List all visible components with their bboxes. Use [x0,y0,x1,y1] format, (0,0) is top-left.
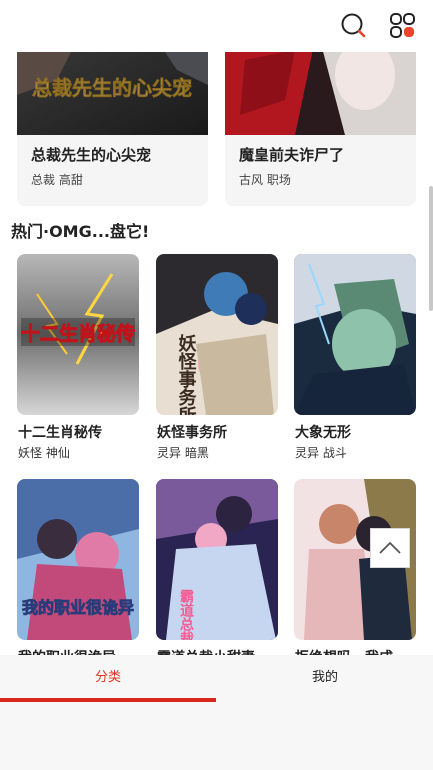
cover-title: 妖怪事务所 [176,333,197,415]
cover-title: 我的职业很诡异 [22,598,134,617]
comic-tags: 古风 职场 [239,173,291,187]
grid-apps-icon[interactable] [389,12,417,40]
comic-title: 十二生肖秘传 [18,425,102,441]
comic-cover: 霸道总裁小甜妻 [156,479,278,640]
cover-title: 霸道总裁小甜妻 [178,589,194,640]
section-title: 热门·OMG...盘它! [11,222,150,241]
comic-cover [225,40,416,135]
comic-item[interactable]: 我的职业很诡异 我的职业很诡异 [17,479,139,666]
cover-title: 十二生肖秘传 [21,322,135,345]
comic-tags: 妖怪 神仙 [18,446,70,460]
bottom-tab-bar: 分类 我的 [0,655,433,770]
scrollbar[interactable] [429,186,433,311]
comic-item[interactable]: 十二生肖秘传 十二生肖秘传 妖怪 神仙 [17,254,139,460]
tab-classify[interactable]: 分类 [0,655,216,703]
comic-tags: 灵异 暗黑 [157,446,209,460]
tab-mine[interactable]: 我的 [217,655,433,703]
comic-tags: 灵异 战斗 [295,446,347,460]
comic-item[interactable]: 妖怪事务所 妖怪事务所 灵异 暗黑 [156,254,278,460]
top-bar [0,0,433,52]
comic-card[interactable]: 总裁先生的心尖宠 总裁先生的心尖宠 总裁 高甜 [17,40,208,206]
comic-title: 妖怪事务所 [157,425,227,441]
search-icon[interactable] [340,12,368,40]
comic-card[interactable]: 魔皇前夫诈尸了 古风 职场 [225,40,416,206]
comic-title: 魔皇前夫诈尸了 [239,146,345,164]
comic-title: 大象无形 [295,425,351,441]
comic-item[interactable]: 霸道总裁小甜妻 霸道总裁小甜妻 [156,479,278,666]
comic-title: 总裁先生的心尖宠 [31,146,152,164]
cover-title: 总裁先生的心尖宠 [32,76,192,100]
comic-cover [294,254,416,415]
comic-cover: 总裁先生的心尖宠 [17,40,208,135]
comic-item[interactable]: 大象无形 灵异 战斗 [294,254,416,460]
active-tab-indicator [0,698,216,702]
comic-cover: 我的职业很诡异 [17,479,139,640]
comic-cover: 十二生肖秘传 [17,254,139,415]
comic-tags: 总裁 高甜 [31,173,83,187]
chevron-up-icon [379,541,401,554]
comic-cover: 妖怪事务所 [156,254,278,415]
back-to-top-button[interactable] [370,528,410,568]
